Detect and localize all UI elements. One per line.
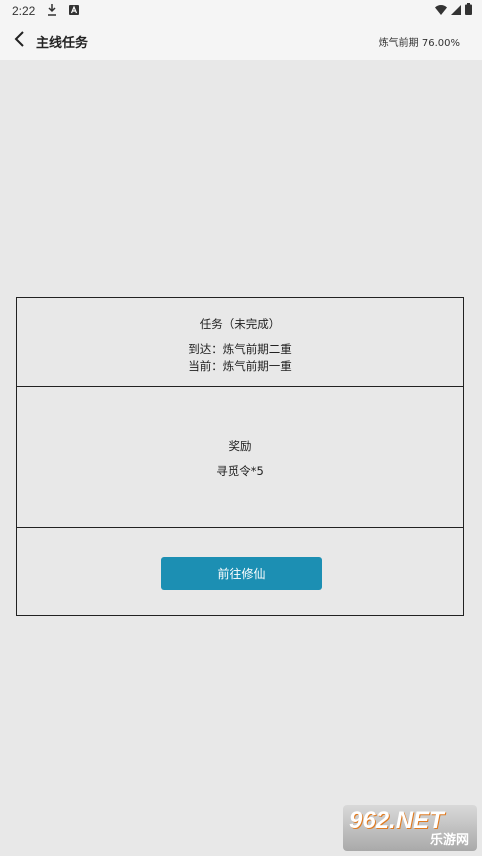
quest-card: 任务（未完成） 到达：炼气前期二重 当前：炼气前期一重 奖励 寻觅令*5 前往修… — [16, 297, 464, 616]
task-heading: 任务（未完成） — [199, 317, 281, 331]
action-section: 前往修仙 — [17, 528, 463, 616]
site-watermark: 962.NET 乐游网 — [343, 805, 477, 851]
reward-heading: 奖励 — [228, 439, 252, 453]
app-bar: 主线任务 炼气前期 76.00% — [0, 22, 482, 60]
reward-item: 寻觅令*5 — [216, 464, 264, 478]
chevron-left-icon — [14, 31, 26, 51]
battery-icon — [465, 3, 472, 18]
task-target: 到达：炼气前期二重 — [188, 342, 292, 356]
page-title: 主线任务 — [36, 36, 89, 51]
cultivation-progress: 炼气前期 76.00% — [378, 38, 460, 49]
status-time: 2:22 — [12, 4, 36, 18]
go-cultivate-button[interactable]: 前往修仙 — [161, 557, 322, 590]
status-icons — [435, 3, 472, 18]
status-bar: 2:22 — [0, 0, 482, 22]
download-icon — [47, 3, 57, 19]
task-section: 任务（未完成） 到达：炼气前期二重 当前：炼气前期一重 — [17, 298, 463, 387]
wifi-icon — [435, 4, 447, 18]
watermark-sub: 乐游网 — [429, 833, 469, 848]
notification-a-icon — [69, 4, 80, 18]
back-button[interactable] — [8, 29, 32, 53]
reward-section: 奖励 寻觅令*5 — [17, 387, 463, 528]
task-current: 当前：炼气前期一重 — [188, 359, 292, 373]
signal-icon — [451, 4, 461, 18]
